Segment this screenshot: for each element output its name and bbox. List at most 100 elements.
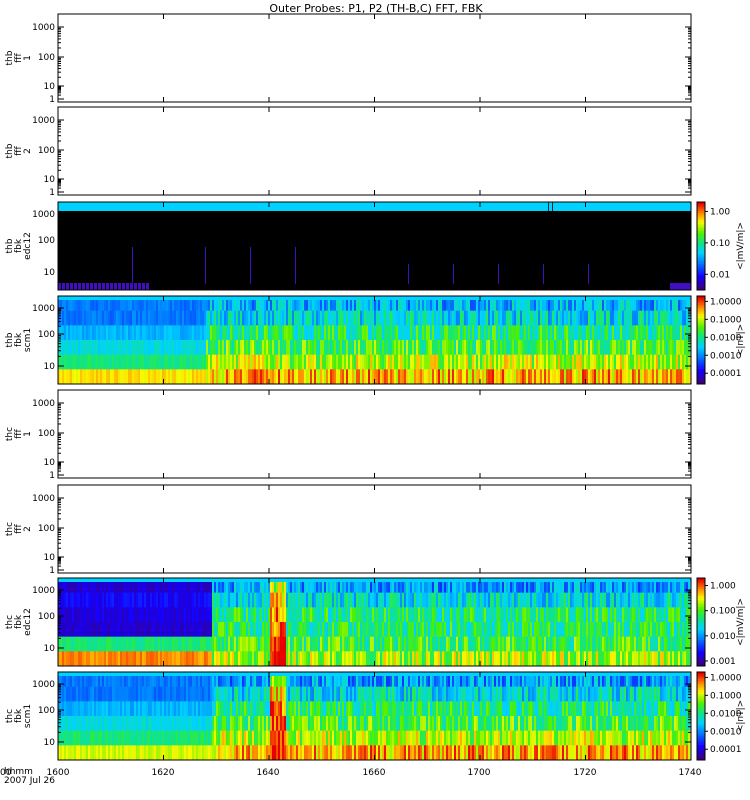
spectrogram-cell	[650, 651, 653, 667]
spectrogram-cell	[94, 340, 97, 355]
spectrogram-cell	[240, 354, 243, 370]
spectrogram-cell	[340, 310, 343, 326]
spectrogram-cell	[86, 310, 89, 326]
spectrogram-cell	[590, 310, 593, 326]
spectrogram-cell	[506, 636, 509, 652]
spectrogram-cell	[302, 636, 305, 652]
spectrogram-cell	[538, 622, 541, 637]
spectrogram-cell	[90, 607, 93, 623]
spectrogram-cell	[142, 354, 145, 370]
spectrogram-cell	[284, 651, 287, 667]
spectrogram-cell	[130, 651, 133, 667]
spectrogram-cell	[632, 310, 635, 326]
spectrogram-cell	[286, 369, 289, 385]
spectrogram-cell	[136, 354, 139, 370]
spectrogram-cell	[518, 636, 521, 652]
spectrogram-cell	[148, 592, 151, 608]
spectrogram-cell	[430, 636, 433, 652]
spectrogram-cell	[190, 716, 193, 731]
spectrogram-cell	[136, 325, 139, 341]
spectrogram-cell	[436, 354, 439, 370]
spectrogram-cell	[174, 701, 177, 717]
spectrogram-cell	[456, 651, 459, 667]
spectrogram-cell	[446, 622, 449, 637]
spectrogram-cell	[152, 592, 155, 608]
spectrogram-cell	[140, 607, 143, 623]
spectrogram-cell	[462, 310, 465, 326]
spectrogram-cell	[148, 310, 151, 326]
spectrogram-cell	[76, 701, 79, 717]
spectrogram-cell	[66, 730, 69, 746]
spectrogram-cell	[274, 636, 277, 652]
spectrogram-cell	[344, 636, 347, 652]
spectrogram-cell	[376, 310, 379, 326]
spectrogram-cell	[158, 607, 161, 623]
spectrogram-cell	[208, 607, 211, 623]
spectrogram-cell	[352, 369, 355, 385]
spectrogram-cell	[494, 354, 497, 370]
spectrogram-cell	[262, 651, 265, 667]
spectrogram-cell	[84, 354, 87, 370]
spectrogram-cell	[174, 636, 177, 652]
spectrogram-cell	[218, 686, 221, 702]
spectrogram-cell	[436, 369, 439, 385]
spectrogram-cell	[96, 340, 99, 355]
spectrogram-cell	[332, 340, 335, 355]
spectrogram-cell	[278, 592, 281, 608]
spectrogram-cell	[514, 622, 517, 637]
spectrogram-cell	[386, 651, 389, 667]
spectrogram-cell	[370, 369, 373, 385]
spectrogram-cell	[112, 607, 115, 623]
spectrogram-cell	[100, 340, 103, 355]
spectrogram-cell	[78, 745, 81, 761]
colorbar-step	[697, 591, 705, 594]
spectrogram-cell	[286, 607, 289, 623]
spectrogram-cell	[144, 340, 147, 355]
spectrogram-cell	[230, 636, 233, 652]
spectrogram-cell	[432, 592, 435, 608]
spectrogram-cell	[424, 592, 427, 608]
spectrogram-cell	[278, 622, 281, 637]
spectrogram-cell	[154, 310, 157, 326]
spectrogram-cell	[214, 745, 217, 761]
spectrogram-cell	[212, 310, 215, 326]
spectrogram-cell	[614, 354, 617, 370]
spectrogram-cell	[538, 325, 541, 341]
spectrogram-cell	[250, 310, 253, 326]
spectrogram-cell	[114, 745, 117, 761]
spectrogram-cell	[128, 745, 131, 761]
spectrogram-cell	[78, 686, 81, 702]
spectrogram-cell	[632, 622, 635, 637]
spectrogram-cell	[106, 622, 109, 637]
spectrogram-cell	[84, 701, 87, 717]
spectrogram-cell	[464, 607, 467, 623]
spectrogram-cell	[676, 607, 679, 623]
spectrogram-cell	[668, 592, 671, 608]
spectrogram-cell	[262, 354, 265, 370]
spectrogram-cell	[90, 745, 93, 761]
spectrogram-cell	[376, 340, 379, 355]
y-tick-label: 1000	[32, 304, 55, 314]
spectrogram-cell	[160, 340, 163, 355]
spectrogram-cell	[108, 636, 111, 652]
spectrogram-cell	[644, 340, 647, 355]
spectrogram-cell	[154, 686, 157, 702]
spectrogram-cell	[156, 592, 159, 608]
spectrogram-cell	[190, 686, 193, 702]
spectrogram-cell	[284, 325, 287, 341]
spectrogram-cell	[464, 369, 467, 385]
spectrogram-cell	[124, 745, 127, 761]
spectrogram-cell	[596, 592, 599, 608]
spectrogram-cell	[202, 592, 205, 608]
spectrogram-cell	[196, 622, 199, 637]
spectrogram-cell	[688, 354, 691, 370]
spectrogram-cell	[280, 340, 283, 355]
spectrogram-cell	[200, 701, 203, 717]
spectrogram-cell	[492, 354, 495, 370]
spectrogram-cell	[354, 622, 357, 637]
spectrogram-cell	[430, 607, 433, 623]
spectrogram-cell	[566, 651, 569, 667]
spectrogram-cell	[552, 340, 555, 355]
spectrogram-cell	[358, 636, 361, 652]
spectrogram-cell	[314, 325, 317, 341]
